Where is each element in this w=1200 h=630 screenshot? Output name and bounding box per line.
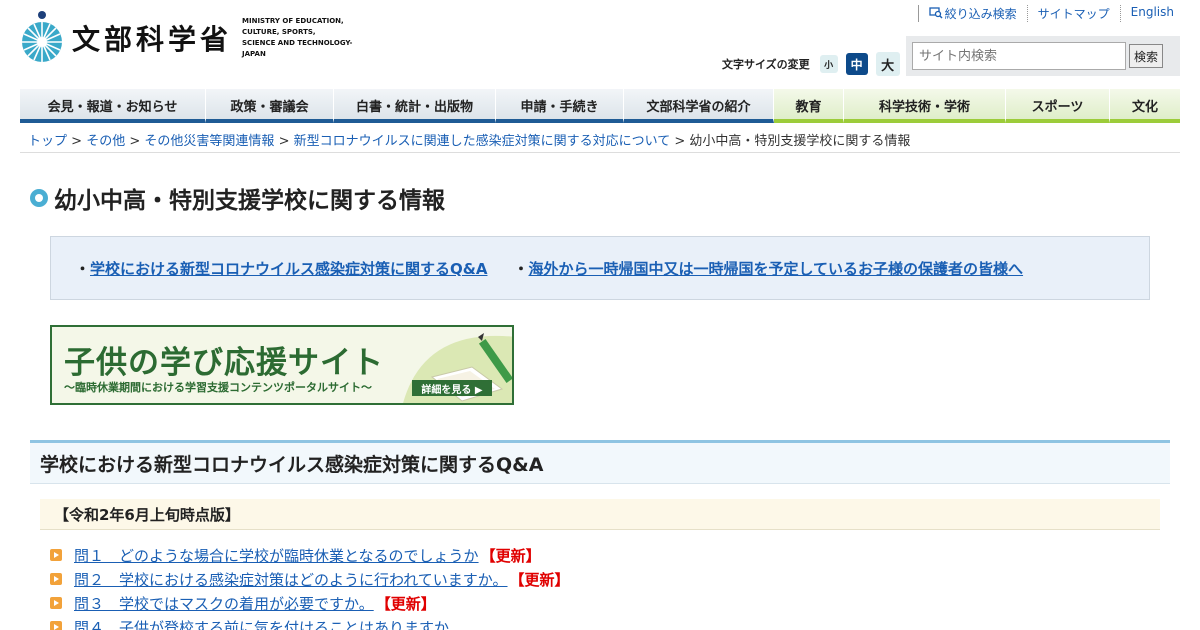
logo-text-en: MINISTRY OF EDUCATION, CULTURE, SPORTS, …	[242, 16, 372, 60]
breadcrumb-link[interactable]: トップ	[28, 134, 67, 149]
arrow-bullet-icon	[50, 597, 62, 609]
learning-support-banner[interactable]: 子供の学び応援サイト 〜臨時休業期間における学習支援コンテンツポータルサイト〜 …	[50, 325, 514, 405]
nav-item-education[interactable]: 教育	[774, 89, 844, 123]
list-item: 問３ 学校ではマスクの着用が必要ですか。 【更新】	[50, 591, 570, 615]
update-badge: 【更新】	[509, 570, 570, 589]
breadcrumb-link[interactable]: その他災害等関連情報	[144, 134, 274, 149]
breadcrumb-separator: >	[278, 134, 290, 149]
nav-item-about[interactable]: 文部科学省の紹介	[624, 89, 774, 123]
breadcrumb-separator: >	[674, 134, 686, 149]
update-badge: 【更新】	[375, 594, 436, 613]
list-item: 問２ 学校における感染症対策はどのように行われていますか。 【更新】	[50, 567, 570, 591]
ministry-emblem-icon	[20, 10, 64, 66]
banner-details-button[interactable]: 詳細を見る ▶	[412, 380, 492, 396]
breadcrumb-separator: >	[71, 134, 83, 149]
breadcrumb-current: 幼小中高・特別支援学校に関する情報	[689, 134, 911, 149]
update-badge: 【更新】	[480, 546, 541, 565]
search-input[interactable]	[912, 42, 1126, 70]
qa-edition-label: 【令和2年6月上旬時点版】	[40, 499, 1160, 530]
nav-item-press[interactable]: 会見・報道・お知らせ	[20, 89, 206, 123]
breadcrumb-divider	[20, 152, 1180, 153]
list-item: 問１ どのような場合に学校が臨時休業となるのでしょうか 【更新】	[50, 543, 570, 567]
font-size-switcher: 文字サイズの変更 小 中 大	[722, 52, 900, 76]
breadcrumb-separator: >	[129, 134, 141, 149]
font-size-large-button[interactable]: 大	[875, 52, 900, 76]
quick-link-item: ・学校における新型コロナウイルス感染症対策に関するQ&A	[75, 258, 487, 279]
logo-en-line: SCIENCE AND TECHNOLOGY-JAPAN	[242, 39, 353, 58]
font-size-small-button[interactable]: 小	[819, 55, 838, 73]
site-logo[interactable]: 文部科学省 MINISTRY OF EDUCATION, CULTURE, SP…	[20, 10, 372, 66]
logo-text-jp: 文部科学省	[72, 23, 233, 56]
english-link[interactable]: English	[1119, 5, 1184, 22]
banner-subtitle: 〜臨時休業期間における学習支援コンテンツポータルサイト〜	[64, 381, 372, 394]
qa-link[interactable]: 学校における新型コロナウイルス感染症対策に関するQ&A	[90, 260, 487, 278]
site-search: 検索	[906, 36, 1180, 76]
global-nav: 会見・報道・お知らせ 政策・審議会 白書・統計・出版物 申請・手続き 文部科学省…	[20, 89, 1180, 123]
filter-search-label: 絞り込み検索	[944, 7, 1017, 21]
logo-en-line: CULTURE, SPORTS,	[242, 28, 316, 36]
breadcrumb-link[interactable]: 新型コロナウイルスに関連した感染症対策に関する対応について	[294, 134, 671, 149]
returning-families-link[interactable]: 海外から一時帰国中又は一時帰国を予定しているお子様の保護者の皆様へ	[528, 260, 1023, 278]
page-title-text: 幼小中高・特別支援学校に関する情報	[54, 188, 445, 214]
utility-links: 絞り込み検索 サイトマップ English	[917, 5, 1184, 22]
breadcrumb-link[interactable]: その他	[86, 134, 125, 149]
search-button[interactable]: 検索	[1129, 44, 1164, 68]
font-size-medium-button[interactable]: 中	[845, 53, 868, 75]
arrow-bullet-icon	[50, 573, 62, 585]
page-title: 幼小中高・特別支援学校に関する情報	[30, 181, 445, 215]
nav-item-culture[interactable]: 文化	[1110, 89, 1180, 123]
qa-question-list: 問１ どのような場合に学校が臨時休業となるのでしょうか 【更新】 問２ 学校にお…	[50, 543, 570, 630]
arrow-bullet-icon	[50, 621, 62, 630]
breadcrumb: トップ > その他 > その他災害等関連情報 > 新型コロナウイルスに関連した感…	[28, 130, 910, 149]
bullet: ・	[513, 259, 529, 278]
question-link[interactable]: 問４ 子供が登校する前に気を付けることはありますか	[74, 617, 449, 630]
banner-title: 子供の学び応援サイト	[64, 345, 384, 381]
arrow-bullet-icon	[50, 549, 62, 561]
nav-item-science[interactable]: 科学技術・学術	[844, 89, 1006, 123]
list-item: 問４ 子供が登校する前に気を付けることはありますか	[50, 615, 570, 630]
nav-item-applications[interactable]: 申請・手続き	[496, 89, 624, 123]
logo-en-line: MINISTRY OF EDUCATION,	[242, 17, 344, 25]
quick-link-item: ・海外から一時帰国中又は一時帰国を予定しているお子様の保護者の皆様へ	[513, 258, 1023, 279]
quick-links-box: ・学校における新型コロナウイルス感染症対策に関するQ&A ・海外から一時帰国中又…	[50, 236, 1150, 300]
font-size-label: 文字サイズの変更	[722, 58, 810, 71]
question-link[interactable]: 問３ 学校ではマスクの着用が必要ですか。	[74, 593, 374, 614]
title-bullet-icon	[30, 189, 48, 207]
question-link[interactable]: 問１ どのような場合に学校が臨時休業となるのでしょうか	[74, 545, 479, 566]
nav-item-policy[interactable]: 政策・審議会	[206, 89, 334, 123]
nav-item-sports[interactable]: スポーツ	[1006, 89, 1110, 123]
filter-search-link[interactable]: 絞り込み検索	[917, 5, 1027, 22]
filter-search-icon	[928, 7, 943, 19]
qa-section-heading: 学校における新型コロナウイルス感染症対策に関するQ&A	[30, 440, 1170, 484]
question-link[interactable]: 問２ 学校における感染症対策はどのように行われていますか。	[74, 569, 508, 590]
nav-item-publications[interactable]: 白書・統計・出版物	[334, 89, 496, 123]
sitemap-link[interactable]: サイトマップ	[1026, 5, 1120, 22]
bullet: ・	[75, 259, 91, 278]
